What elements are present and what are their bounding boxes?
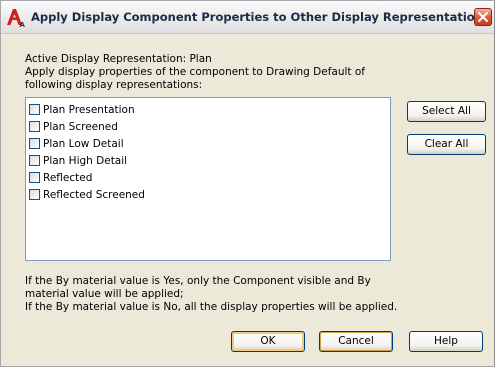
by-material-note-line1: If the By material value is Yes, only th…: [25, 275, 371, 287]
display-representations-list[interactable]: Plan Presentation Plan Screened Plan Low…: [25, 97, 391, 261]
reflected-screened-checkbox[interactable]: [29, 189, 40, 200]
help-button[interactable]: Help: [409, 331, 483, 352]
autocad-app-icon: A: [5, 6, 27, 29]
reflected-checkbox[interactable]: [29, 172, 40, 183]
list-item-label: Reflected: [43, 171, 93, 184]
dialog-window: A Apply Display Component Properties to …: [0, 0, 495, 367]
instruction-text-line2: following display representations:: [25, 79, 203, 91]
plan-screened-checkbox[interactable]: [29, 121, 40, 132]
active-display-representation-label: Active Display Representation: Plan: [25, 53, 212, 65]
instruction-text-line1: Apply display properties of the componen…: [25, 66, 365, 78]
title-bar[interactable]: A Apply Display Component Properties to …: [1, 1, 494, 34]
clear-all-button[interactable]: Clear All: [407, 134, 486, 155]
list-item-label: Plan Low Detail: [43, 137, 124, 150]
by-material-note-line3: If the By material value is No, all the …: [25, 301, 398, 313]
list-item-label: Plan High Detail: [43, 154, 128, 167]
list-item-label: Plan Presentation: [43, 103, 135, 116]
list-item-reflected[interactable]: Reflected: [29, 170, 92, 185]
close-icon: [478, 12, 488, 22]
list-item-reflected-screened[interactable]: Reflected Screened: [29, 187, 145, 202]
window-title: Apply Display Component Properties to Ot…: [31, 10, 490, 24]
svg-text:A: A: [20, 21, 26, 28]
select-all-button[interactable]: Select All: [407, 101, 486, 122]
cancel-button[interactable]: Cancel: [319, 331, 393, 352]
list-item-label: Reflected Screened: [43, 188, 145, 201]
by-material-note-line2: material value will be applied;: [25, 288, 184, 300]
close-button[interactable]: [474, 8, 492, 26]
ok-button[interactable]: OK: [231, 331, 305, 352]
list-item-plan-presentation[interactable]: Plan Presentation: [29, 102, 135, 117]
plan-presentation-checkbox[interactable]: [29, 104, 40, 115]
list-item-plan-screened[interactable]: Plan Screened: [29, 119, 118, 134]
plan-high-detail-checkbox[interactable]: [29, 155, 40, 166]
list-item-plan-low-detail[interactable]: Plan Low Detail: [29, 136, 124, 151]
plan-low-detail-checkbox[interactable]: [29, 138, 40, 149]
list-item-plan-high-detail[interactable]: Plan High Detail: [29, 153, 127, 168]
list-item-label: Plan Screened: [43, 120, 118, 133]
